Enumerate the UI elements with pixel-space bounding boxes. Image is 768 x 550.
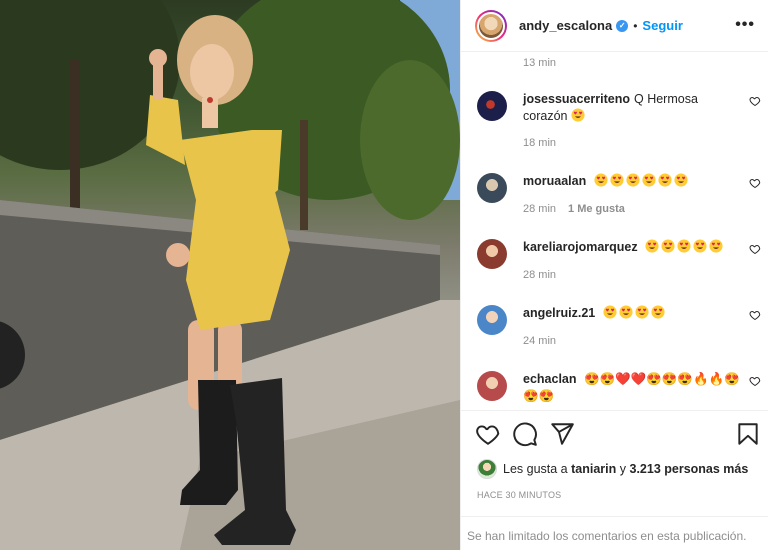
post-photo-illustration xyxy=(0,0,460,550)
emoji-row xyxy=(594,173,690,188)
heart-eyes-emoji-icon xyxy=(674,173,688,187)
comment-icon[interactable] xyxy=(512,421,538,447)
emoji-row xyxy=(603,305,667,320)
post-header: andy_escalona ✓ • Seguir ••• xyxy=(461,0,768,52)
follow-button[interactable]: Seguir xyxy=(642,18,682,33)
comment-like-heart-icon[interactable] xyxy=(749,95,761,107)
like-heart-icon[interactable] xyxy=(475,421,501,447)
header-separator: • xyxy=(633,18,638,33)
comment-likes[interactable]: 1 Me gusta xyxy=(568,203,625,215)
comment-meta: 28 min 1 Me gusta xyxy=(523,203,625,215)
comments-limited-notice: Se han limitado los comentarios en esta … xyxy=(461,516,768,550)
comment-time: 28 min xyxy=(523,269,557,281)
post-side-panel: andy_escalona ✓ • Seguir ••• 13 min jose… xyxy=(460,0,768,550)
comment-username[interactable]: echaclan xyxy=(523,372,577,386)
liker-username[interactable]: taniarin xyxy=(571,462,616,476)
comment-meta: 28 min xyxy=(523,269,556,281)
comment-username[interactable]: angelruiz.21 xyxy=(523,306,595,320)
save-bookmark-icon[interactable] xyxy=(735,421,761,447)
heart-eyes-emoji-icon xyxy=(709,239,723,253)
comment-avatar[interactable] xyxy=(477,239,507,269)
comment-avatar[interactable] xyxy=(477,371,507,401)
likes-prefix: Les gusta a xyxy=(503,462,568,476)
post-actions xyxy=(461,410,768,456)
heart-eyes-emoji-icon xyxy=(661,239,675,253)
heart-eyes-emoji-icon xyxy=(677,239,691,253)
comment-username[interactable]: kareliarojomarquez xyxy=(523,240,638,254)
heart-eyes-emoji-icon xyxy=(642,173,656,187)
likes-summary: Les gusta a taniarin y 3.213 personas má… xyxy=(477,459,748,479)
comment-meta: 18 min xyxy=(523,137,556,149)
comment-avatar[interactable] xyxy=(477,91,507,121)
comment-like-heart-icon[interactable] xyxy=(749,177,761,189)
author-username[interactable]: andy_escalona xyxy=(519,18,612,33)
heart-eyes-emoji-icon xyxy=(626,173,640,187)
post-photo[interactable] xyxy=(0,0,460,550)
comment-username[interactable]: josessuacerriteno xyxy=(523,92,630,106)
liker-avatar[interactable] xyxy=(477,459,497,479)
likes-others-link[interactable]: 3.213 personas más xyxy=(630,462,749,476)
post-timestamp[interactable]: HACE 30 MINUTOS xyxy=(477,490,561,500)
comment-like-heart-icon[interactable] xyxy=(749,375,761,387)
heart-eyes-emoji-icon xyxy=(658,173,672,187)
heart-eyes-emoji-icon xyxy=(610,173,624,187)
heart-eyes-emoji-icon xyxy=(603,305,617,319)
comment-avatar[interactable] xyxy=(477,173,507,203)
comment-body: josessuacerriteno Q Hermosa corazón xyxy=(523,91,743,125)
heart-eyes-emoji-icon xyxy=(693,239,707,253)
likes-connector: y xyxy=(619,462,627,476)
comment-body: moruaalan xyxy=(523,173,743,190)
comment-time: 28 min xyxy=(523,203,557,215)
heart-eyes-emoji-icon xyxy=(651,305,665,319)
comment-username[interactable]: moruaalan xyxy=(523,174,586,188)
heart-eyes-emoji-icon xyxy=(571,108,585,122)
comment-time: 18 min xyxy=(523,137,557,149)
comment-body: angelruiz.21 xyxy=(523,305,743,322)
heart-eyes-emoji-icon xyxy=(619,305,633,319)
comment-body: echaclan 😍😍❤️❤️😍😍😍🔥🔥😍😍😍 xyxy=(523,371,743,405)
comment-time: 24 min xyxy=(523,335,557,347)
heart-eyes-emoji-icon xyxy=(594,173,608,187)
more-options-icon[interactable]: ••• xyxy=(735,16,755,34)
emoji-row xyxy=(645,239,725,254)
comments-list[interactable]: 13 min josessuacerriteno Q Hermosa corazó… xyxy=(461,53,768,409)
share-paper-plane-icon[interactable] xyxy=(549,421,575,447)
heart-eyes-emoji-icon xyxy=(645,239,659,253)
author-avatar[interactable] xyxy=(475,9,507,42)
comment-like-heart-icon[interactable] xyxy=(749,309,761,321)
verified-badge-icon: ✓ xyxy=(616,19,629,32)
comment-meta: 24 min xyxy=(523,335,556,347)
comment-avatar[interactable] xyxy=(477,305,507,335)
comment-like-heart-icon[interactable] xyxy=(749,243,761,255)
comment-body: kareliarojomarquez xyxy=(523,239,743,256)
caption-timestamp: 13 min xyxy=(523,57,557,69)
heart-eyes-emoji-icon xyxy=(635,305,649,319)
